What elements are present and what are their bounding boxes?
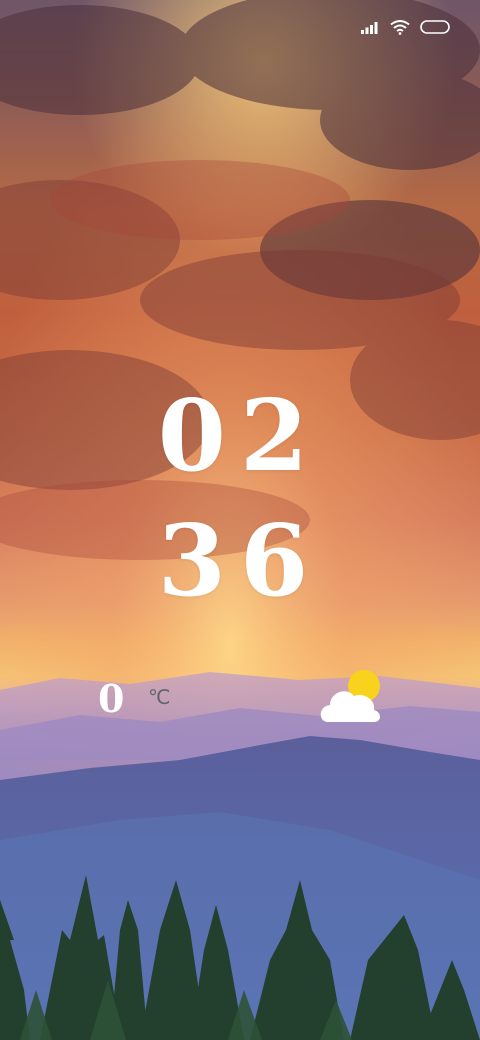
clock-hours: 02 (157, 379, 323, 494)
clock-minutes: 36 (157, 504, 323, 619)
battery-icon (420, 20, 450, 34)
weather-unit: ℃ (148, 685, 171, 709)
status-bar (360, 14, 450, 40)
partly-cloudy-icon[interactable] (318, 668, 384, 726)
signal-icon (361, 22, 378, 34)
weather-temperature[interactable]: 0 (98, 680, 124, 718)
wifi-icon (390, 20, 410, 35)
